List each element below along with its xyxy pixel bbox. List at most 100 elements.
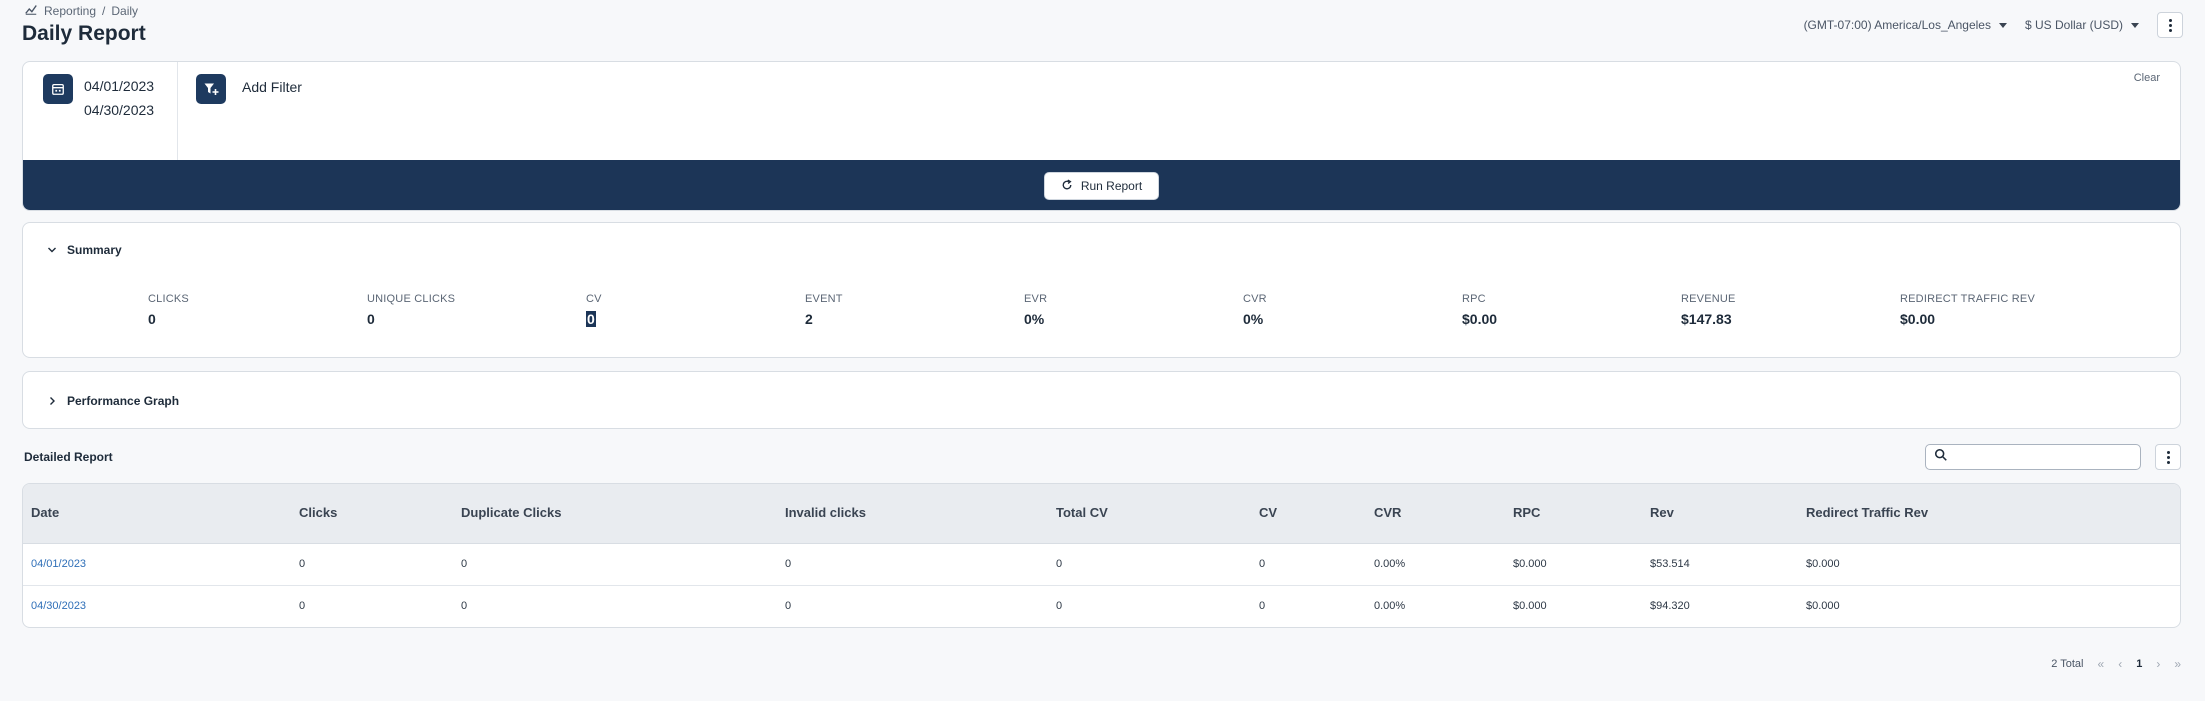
performance-graph-toggle[interactable]: Performance Graph — [47, 394, 179, 408]
caret-down-icon — [1998, 22, 2007, 28]
date-range-picker[interactable]: 04/01/2023 04/30/2023 — [23, 62, 178, 160]
metric-redirect-traffic-rev: REDIRECT TRAFFIC REV $0.00 — [1900, 293, 2119, 327]
metric-label: CVR — [1243, 293, 1267, 305]
cell-redirect-traffic-rev: $0.000 — [1806, 600, 1840, 612]
next-page-icon[interactable]: › — [2156, 657, 2160, 671]
summary-toggle[interactable]: Summary — [47, 243, 122, 257]
summary-panel: Summary CLICKS 0 UNIQUE CLICKS 0 CV 0 EV… — [22, 222, 2181, 358]
cell-total-cv: 0 — [1056, 558, 1063, 570]
report-menu-kebab-icon[interactable] — [2155, 444, 2181, 470]
breadcrumb-separator: / — [102, 3, 106, 18]
breadcrumb-parent[interactable]: Reporting — [44, 4, 96, 18]
metric-label: UNIQUE CLICKS — [367, 293, 456, 305]
caret-down-icon — [2131, 22, 2139, 28]
metric-value: 2 — [805, 311, 813, 327]
run-report-button[interactable]: Run Report — [1044, 172, 1159, 200]
cell-total-cv: 0 — [1056, 600, 1063, 612]
breadcrumb-current: Daily — [111, 3, 139, 18]
metric-evr: EVR 0% — [1024, 293, 1243, 327]
col-header-rpc[interactable]: RPC — [1513, 505, 1540, 520]
col-header-invalid-clicks[interactable]: Invalid clicks — [785, 505, 866, 520]
summary-metrics: CLICKS 0 UNIQUE CLICKS 0 CV 0 EVENT 2 EV… — [148, 293, 2119, 327]
breadcrumb: Reporting / Daily — [24, 2, 138, 19]
table-header: Date Clicks Duplicate Clicks Invalid cli… — [23, 484, 2180, 544]
metric-value: 0 — [367, 311, 375, 327]
detailed-report-title: Detailed Report — [24, 450, 113, 464]
date-end: 04/30/2023 — [84, 102, 155, 118]
timezone-select[interactable]: (GMT-07:00) America/Los_Angeles — [1804, 18, 2007, 32]
cell-duplicate-clicks: 0 — [461, 600, 468, 612]
header-controls: (GMT-07:00) America/Los_Angeles $ US Dol… — [1804, 12, 2183, 38]
metric-unique-clicks: UNIQUE CLICKS 0 — [367, 293, 586, 327]
table-row: 04/01/2023 0 0 0 0 0 0.00% $0.000 $53.51… — [23, 544, 2180, 586]
timezone-value: (GMT-07:00) America/Los_Angeles — [1803, 18, 1991, 32]
col-header-cv[interactable]: CV — [1259, 505, 1277, 520]
reporting-icon — [24, 2, 38, 19]
metric-value: 0% — [1024, 311, 1045, 327]
cell-rpc: $0.000 — [1513, 558, 1547, 570]
cell-rpc: $0.000 — [1513, 600, 1547, 612]
page-menu-kebab-icon[interactable] — [2157, 12, 2183, 38]
chevron-right-icon — [50, 397, 55, 405]
calendar-icon[interactable] — [43, 74, 73, 104]
report-search — [1925, 444, 2141, 470]
cell-invalid-clicks: 0 — [785, 558, 792, 570]
metric-value: $0.00 — [1462, 311, 1498, 327]
col-header-redirect-traffic-rev[interactable]: Redirect Traffic Rev — [1806, 505, 1928, 520]
date-start: 04/01/2023 — [84, 78, 155, 94]
search-input[interactable] — [1954, 450, 2134, 464]
cell-clicks: 0 — [299, 558, 306, 570]
metric-cvr: CVR 0% — [1243, 293, 1462, 327]
col-header-clicks[interactable]: Clicks — [299, 505, 337, 520]
cell-invalid-clicks: 0 — [785, 600, 792, 612]
date-link[interactable]: 04/30/2023 — [31, 600, 86, 612]
performance-graph-title: Performance Graph — [67, 394, 180, 408]
page-number[interactable]: 1 — [2136, 658, 2142, 670]
metric-label: EVR — [1024, 293, 1048, 305]
cell-redirect-traffic-rev: $0.000 — [1806, 558, 1840, 570]
clear-button[interactable]: Clear — [2134, 72, 2160, 84]
cell-cvr: 0.00% — [1374, 558, 1406, 570]
date-link[interactable]: 04/01/2023 — [31, 558, 86, 570]
col-header-cvr[interactable]: CVR — [1374, 505, 1401, 520]
page-title: Daily Report — [22, 22, 146, 45]
col-header-duplicate-clicks[interactable]: Duplicate Clicks — [461, 505, 561, 520]
metric-value: $147.83 — [1681, 311, 1732, 327]
last-page-icon[interactable]: » — [2174, 657, 2181, 671]
metric-label: CLICKS — [148, 293, 189, 305]
metric-clicks: CLICKS 0 — [148, 293, 367, 327]
filter-panel: 04/01/2023 04/30/2023 Add Filter Clear R… — [22, 61, 2181, 211]
metric-revenue: REVENUE $147.83 — [1681, 293, 1900, 327]
metric-label: RPC — [1462, 293, 1486, 305]
metric-label: REVENUE — [1681, 293, 1736, 305]
metric-cv: CV 0 — [586, 293, 805, 327]
metric-value: 0% — [1243, 311, 1264, 327]
cell-clicks: 0 — [299, 600, 306, 612]
chevron-down-icon — [48, 247, 56, 253]
performance-graph-panel: Performance Graph — [22, 371, 2181, 429]
metric-value: 0 — [148, 311, 156, 327]
metric-label: CV — [586, 293, 602, 305]
cell-cv: 0 — [1259, 558, 1266, 570]
add-filter-button[interactable]: Add Filter — [242, 79, 302, 95]
detailed-report-table: Date Clicks Duplicate Clicks Invalid cli… — [22, 483, 2181, 628]
prev-page-icon[interactable]: ‹ — [2118, 657, 2122, 671]
selected-text: 0 — [586, 311, 596, 327]
cell-cv: 0 — [1259, 600, 1266, 612]
currency-value: $ US Dollar (USD) — [2024, 18, 2123, 32]
metric-value: 0 — [586, 311, 805, 327]
run-report-bar: Run Report — [23, 160, 2180, 210]
first-page-icon[interactable]: « — [2098, 657, 2105, 671]
col-header-date[interactable]: Date — [31, 505, 59, 520]
total-count: 2 Total — [2051, 658, 2084, 670]
metric-rpc: RPC $0.00 — [1462, 293, 1681, 327]
metric-value: $0.00 — [1900, 311, 1936, 327]
col-header-rev[interactable]: Rev — [1650, 505, 1674, 520]
metric-event: EVENT 2 — [805, 293, 1024, 327]
col-header-total-cv[interactable]: Total CV — [1056, 505, 1108, 520]
date-range-values: 04/01/2023 04/30/2023 — [84, 74, 154, 122]
currency-select[interactable]: $ US Dollar (USD) — [2025, 18, 2139, 32]
metric-label: EVENT — [805, 293, 843, 305]
cell-rev: $53.514 — [1650, 558, 1690, 570]
filter-add-icon[interactable] — [196, 74, 226, 104]
